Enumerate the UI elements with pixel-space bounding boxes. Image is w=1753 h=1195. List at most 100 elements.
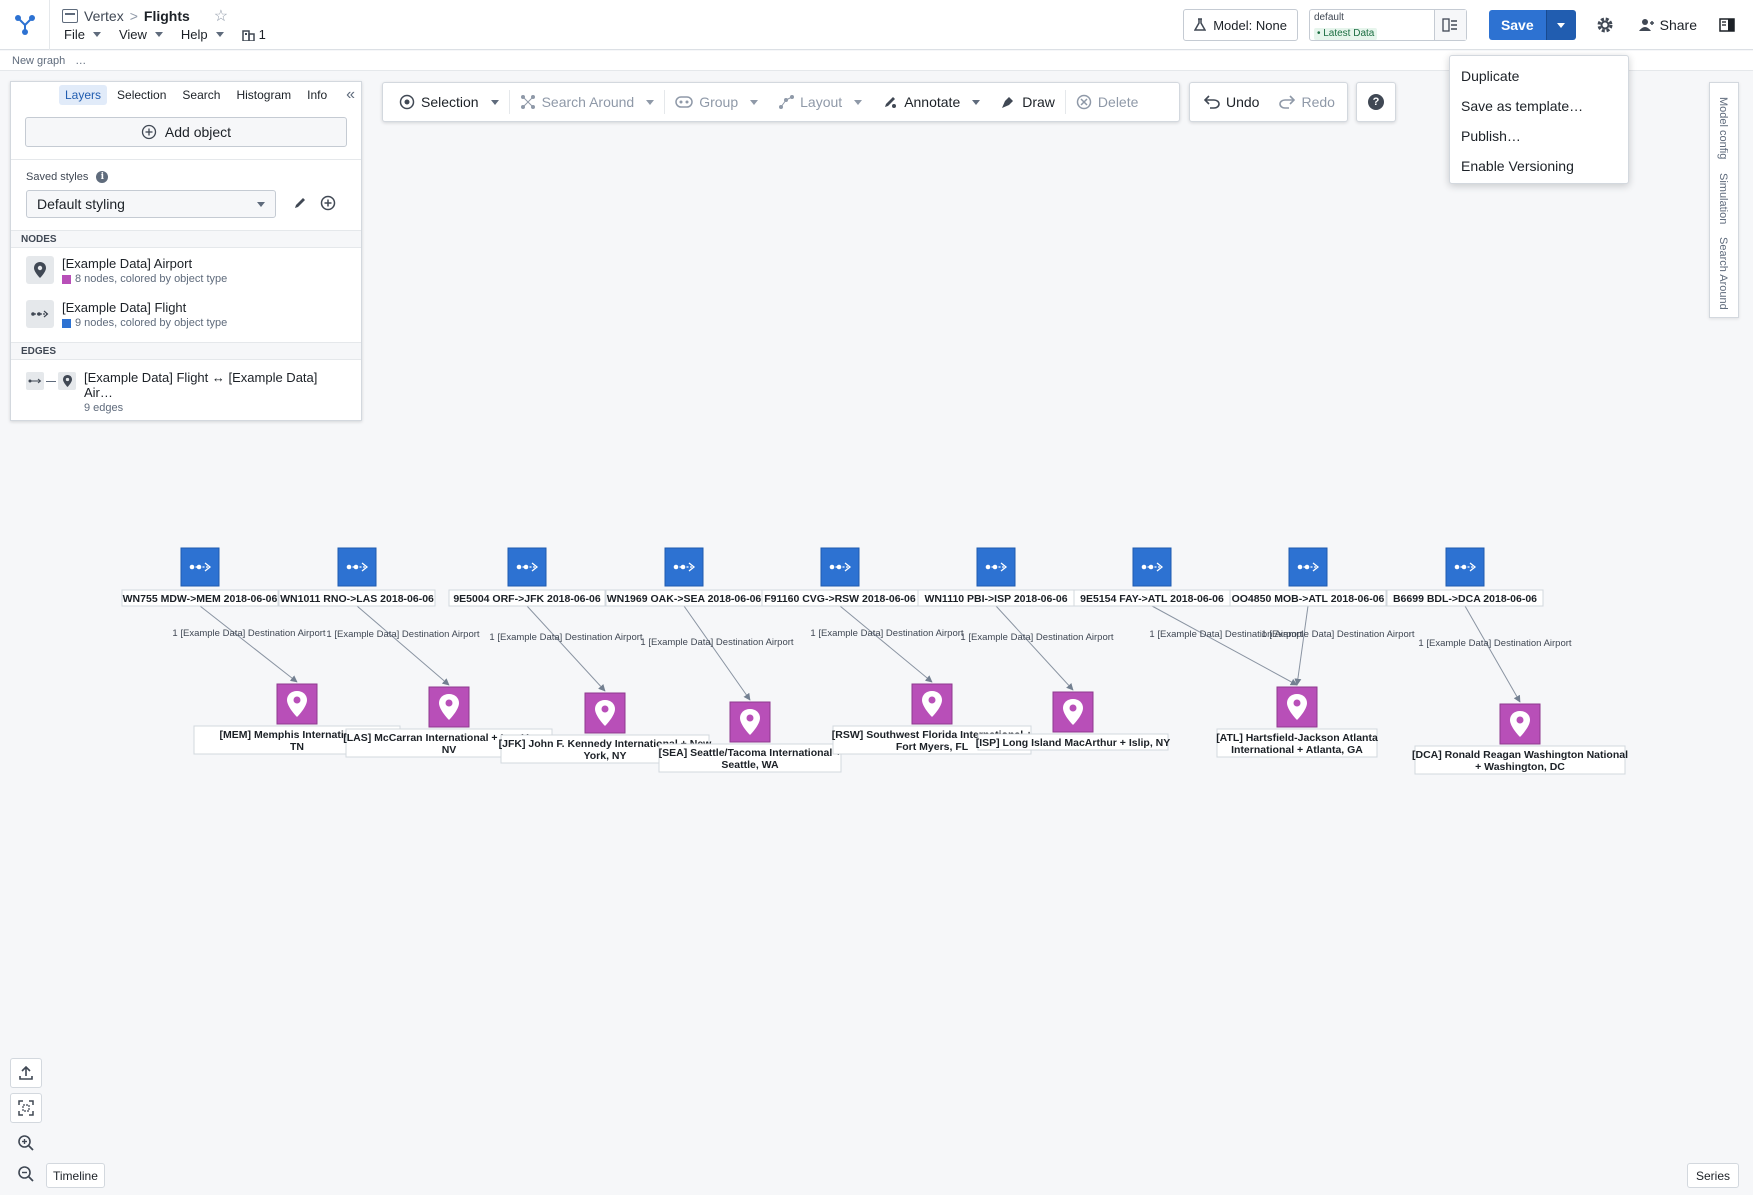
graph-edge[interactable] <box>995 605 1074 691</box>
graph-edge[interactable] <box>1464 605 1521 703</box>
gear-icon[interactable] <box>1590 10 1620 40</box>
flight-node[interactable]: WN1011 RNO->LAS 2018-06-06 <box>278 547 436 607</box>
airport-node[interactable]: [ISP] Long Island MacArthur + Islip, NY <box>976 691 1171 751</box>
layout-button[interactable]: Layout <box>768 87 872 117</box>
branch-tag: • Latest Data <box>1313 28 1378 40</box>
graph-name[interactable]: New graph <box>12 55 65 67</box>
add-object-button[interactable]: Add object <box>25 117 347 147</box>
save-button[interactable]: Save <box>1488 10 1546 40</box>
upload-icon <box>19 1065 33 1080</box>
menu-file[interactable]: File <box>64 27 101 42</box>
tab-search-around[interactable]: Search Around <box>1717 237 1729 310</box>
timeline-button[interactable]: Timeline <box>46 1163 105 1188</box>
model-button[interactable]: Model: None <box>1183 9 1298 41</box>
graph-edge[interactable] <box>1151 605 1298 686</box>
branch-selector[interactable]: default • Latest Data <box>1308 9 1467 41</box>
airport-node[interactable]: [ATL] Hartsfield-Jackson AtlantaInternat… <box>1216 686 1378 758</box>
graph-edge[interactable] <box>356 605 450 686</box>
graph-edge[interactable] <box>199 605 298 683</box>
chevron-down-icon <box>257 201 265 207</box>
zoom-in-button[interactable] <box>10 1128 42 1158</box>
layer-title: [Example Data] Airport <box>62 256 193 271</box>
flight-node-label: F91160 CVG->RSW 2018-06-06 <box>764 593 916 605</box>
graph-edge[interactable] <box>526 605 606 692</box>
zoom-out-button[interactable] <box>10 1159 42 1189</box>
layer-title: [Example Data] Flight ↔ [Example Data] A… <box>84 370 318 400</box>
tab-selection[interactable]: Selection <box>111 85 172 105</box>
app-logo-icon[interactable] <box>0 0 50 50</box>
menu-item-duplicate[interactable]: Duplicate <box>1450 61 1628 91</box>
graph-toolbar: Selection Search Around Group Layout Ann… <box>382 82 1180 122</box>
graph-edge[interactable] <box>683 605 751 701</box>
airport-node-label: TN <box>290 741 304 753</box>
help-button[interactable]: ? <box>1356 82 1396 122</box>
flight-node[interactable]: WN755 MDW->MEM 2018-06-06 <box>121 547 279 607</box>
flight-node[interactable]: WN1110 PBI->ISP 2018-06-06 <box>917 547 1075 607</box>
redo-button[interactable]: Redo <box>1269 87 1344 117</box>
zoom-in-icon <box>18 1135 34 1151</box>
flight-node-label: B6699 BDL->DCA 2018-06-06 <box>1393 593 1537 605</box>
delete-button[interactable]: Delete <box>1066 87 1148 117</box>
airport-node-label: [DCA] Ronald Reagan Washington National <box>1412 749 1628 761</box>
layer-item-edge[interactable]: [Example Data] Flight ↔ [Example Data] A… <box>11 360 361 414</box>
side-panel-toggle-icon[interactable] <box>1717 15 1737 35</box>
edge-label: 1 [Example Data] Destination Airport <box>1261 629 1414 640</box>
search-around-button[interactable]: Search Around <box>510 87 665 117</box>
saved-styles-select[interactable]: Default styling <box>26 190 276 218</box>
graph-edge[interactable] <box>1294 605 1309 686</box>
layer-item-flight[interactable]: [Example Data] Flight 9 nodes, colored b… <box>11 292 361 336</box>
undo-button[interactable]: Undo <box>1194 87 1269 117</box>
edges-section-header: EDGES <box>11 342 361 360</box>
flight-node[interactable]: B6699 BDL->DCA 2018-06-06 <box>1386 547 1544 607</box>
export-button[interactable] <box>10 1058 42 1088</box>
breadcrumb-app[interactable]: Vertex <box>84 8 124 24</box>
tab-simulation[interactable]: Simulation <box>1717 173 1729 224</box>
layout-icon <box>779 95 795 109</box>
menu-bar: File View Help 1 <box>64 27 266 42</box>
collapse-panel-icon[interactable]: « <box>346 86 355 104</box>
airport-node[interactable]: [DCA] Ronald Reagan Washington National+… <box>1412 703 1628 775</box>
tab-histogram[interactable]: Histogram <box>230 85 297 105</box>
draw-button[interactable]: Draw <box>990 87 1065 117</box>
edit-pencil-icon[interactable] <box>293 196 307 213</box>
flight-icon <box>26 300 54 328</box>
group-button[interactable]: Group <box>665 87 768 117</box>
annotate-icon <box>885 97 897 108</box>
edge-label: 1 [Example Data] Destination Airport <box>640 637 793 648</box>
layer-count-badge[interactable]: 1 <box>241 27 266 42</box>
menu-view[interactable]: View <box>119 27 163 42</box>
search-around-icon <box>520 95 535 109</box>
annotate-button[interactable]: Annotate <box>872 87 990 117</box>
fit-to-screen-button[interactable] <box>10 1093 42 1123</box>
save-options-button[interactable] <box>1545 10 1576 40</box>
add-style-icon[interactable] <box>320 195 336 214</box>
menu-help[interactable]: Help <box>181 27 224 42</box>
menu-item-enable-versioning[interactable]: Enable Versioning <box>1450 151 1628 181</box>
tab-layers[interactable]: Layers <box>59 85 108 105</box>
info-icon[interactable]: i <box>96 171 109 183</box>
tab-model-config[interactable]: Model config <box>1717 97 1729 159</box>
selection-tool-button[interactable]: Selection <box>389 87 509 117</box>
layers-panel: Layers Selection Search Histogram Info «… <box>10 81 362 421</box>
edge-label: 1 [Example Data] Destination Airport <box>1418 638 1571 649</box>
favorite-star-icon[interactable]: ☆ <box>214 6 228 26</box>
zoom-out-icon <box>18 1166 34 1182</box>
flight-node[interactable]: WN1969 OAK->SEA 2018-06-06 <box>605 547 763 607</box>
share-button[interactable]: Share <box>1638 17 1697 33</box>
menu-item-save-as-template[interactable]: Save as template… <box>1450 91 1628 121</box>
layer-item-airport[interactable]: [Example Data] Airport 8 nodes, colored … <box>11 248 361 292</box>
tab-search[interactable]: Search <box>176 85 226 105</box>
menu-item-publish[interactable]: Publish… <box>1450 121 1628 151</box>
tab-info[interactable]: Info <box>301 85 333 105</box>
more-ellipsis[interactable]: … <box>75 55 86 67</box>
graph-edge[interactable] <box>839 605 933 683</box>
branch-info: default • Latest Data <box>1310 10 1434 40</box>
flight-node[interactable]: OO4850 MOB->ATL 2018-06-06 <box>1229 547 1387 607</box>
series-button[interactable]: Series <box>1687 1163 1740 1188</box>
flight-node[interactable]: 9E5154 FAY->ATL 2018-06-06 <box>1073 547 1231 607</box>
flight-node[interactable]: F91160 CVG->RSW 2018-06-06 <box>761 547 919 607</box>
chevron-down-icon <box>1557 22 1566 28</box>
branch-compare-icon[interactable] <box>1433 10 1466 40</box>
flight-node[interactable]: 9E5004 ORF->JFK 2018-06-06 <box>448 547 606 607</box>
undo-icon <box>1204 95 1220 109</box>
